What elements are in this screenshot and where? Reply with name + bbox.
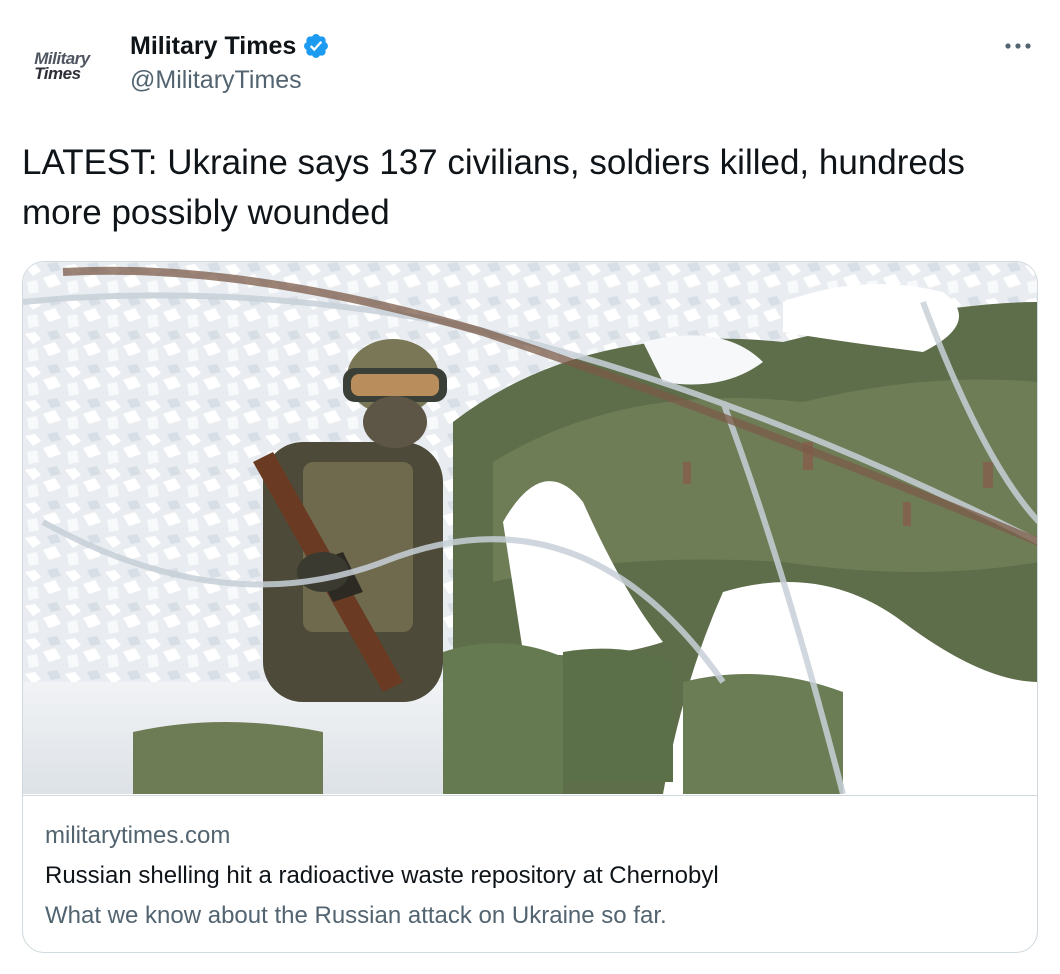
avatar[interactable]: Military Times (22, 26, 102, 106)
tweet-text: LATEST: Ukraine says 137 civilians, sold… (22, 143, 965, 232)
link-card[interactable]: militarytimes.com Russian shelling hit a… (22, 261, 1038, 953)
display-name-row: Military Times (130, 30, 330, 62)
author-info: Military Times @MilitaryTimes (130, 30, 330, 95)
tweet-header: Military Times Military Times @MilitaryT… (22, 26, 1038, 106)
verified-badge-icon (304, 34, 329, 58)
handle[interactable]: @MilitaryTimes (130, 66, 330, 95)
card-title: Russian shelling hit a radioactive waste… (45, 862, 719, 889)
card-description: What we know about the Russian attack on… (45, 902, 667, 929)
display-name[interactable]: Military Times (130, 32, 296, 61)
card-meta[interactable]: militarytimes.com Russian shelling hit a… (23, 795, 1037, 952)
card-image[interactable] (23, 262, 1038, 794)
more-horizontal-icon[interactable] (1002, 36, 1034, 56)
avatar-logo: Military Times (34, 50, 90, 83)
avatar-logo-line2: Times (34, 64, 81, 83)
card-domain: militarytimes.com (45, 822, 231, 849)
